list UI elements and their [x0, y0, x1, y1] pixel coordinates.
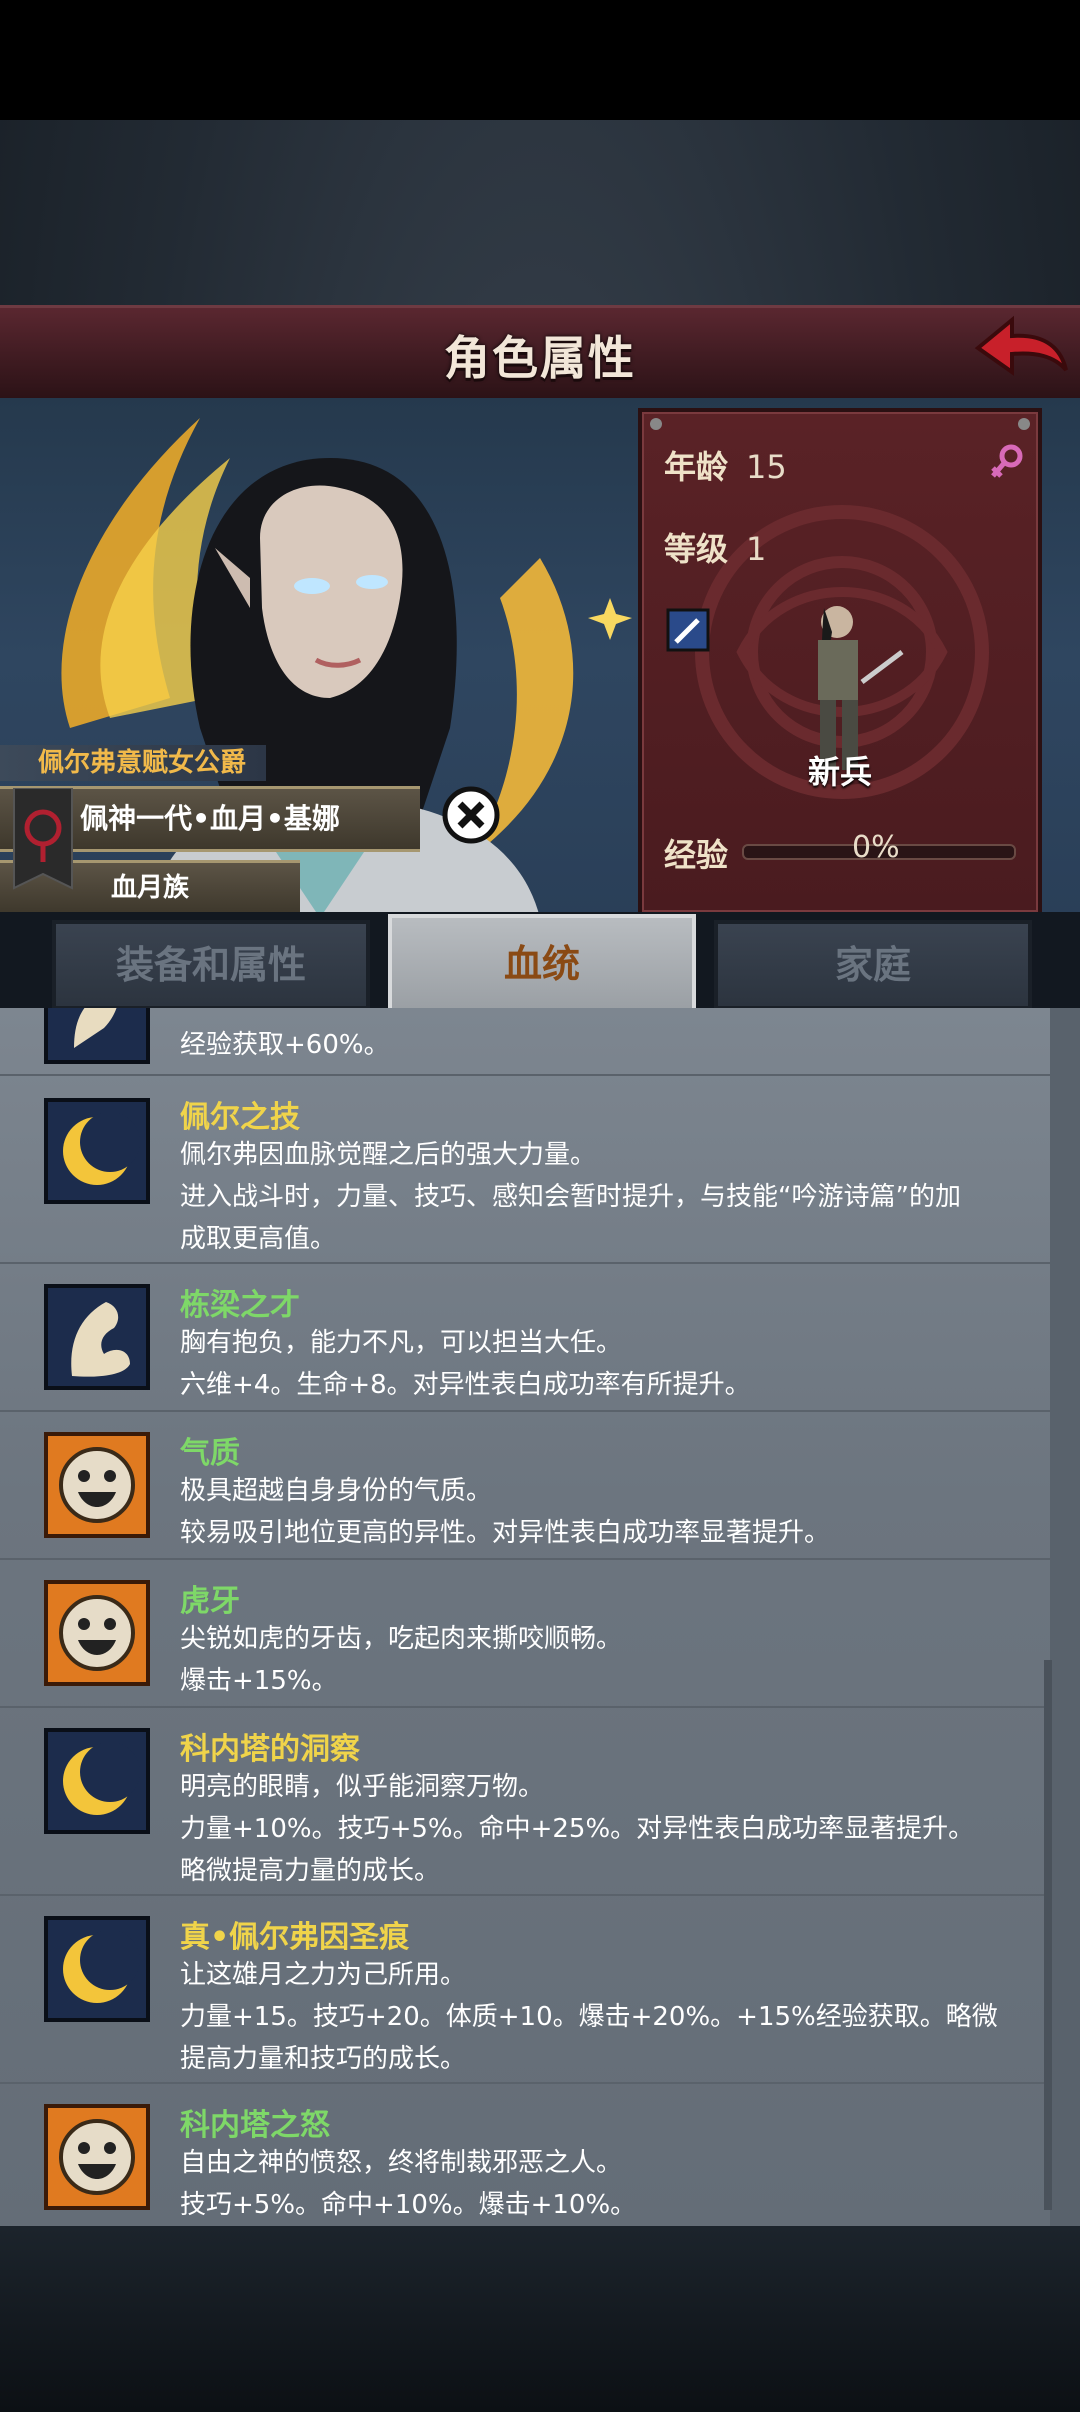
smiling-face-icon [44, 1432, 150, 1538]
level-value: 1 [746, 530, 767, 568]
trait-desc: 让这雄月之力为己所用。 [180, 1960, 467, 1990]
scrollbar-track [1050, 1008, 1080, 2226]
trait-icon [44, 1008, 150, 1064]
trait-desc: 力量+10%。技巧+5%。命中+25%。对异性表白成功率显著提升。 [180, 1814, 975, 1844]
tab-family[interactable]: 家庭 [714, 920, 1032, 1010]
crescent-moon-icon [44, 1728, 150, 1834]
trait-name: 科内塔的洞察 [180, 1732, 360, 1767]
list-item[interactable]: 虎牙 尖锐如虎的牙齿，吃起肉来撕咬顺畅。 爆击+15%。 [0, 1560, 1050, 1708]
trait-desc: 自由之神的愤怒，终将制裁邪恶之人。 [180, 2148, 623, 2178]
crescent-moon-icon [44, 1916, 150, 2022]
tab-equipment[interactable]: 装备和属性 [52, 920, 370, 1010]
tab-bar: 装备和属性 血统 家庭 [0, 912, 1080, 1014]
page-title: 角色属性 [444, 331, 636, 385]
smiling-face-icon [44, 2104, 150, 2210]
list-item[interactable]: 气质 极具超越自身身份的气质。 较易吸引地位更高的异性。对异性表白成功率显著提升… [0, 1412, 1050, 1560]
trait-desc: 较易吸引地位更高的异性。对异性表白成功率显著提升。 [180, 1518, 831, 1548]
trait-desc: 六维+4。生命+8。对异性表白成功率有所提升。 [180, 1370, 751, 1400]
trait-desc: 经验获取+60%。 [180, 1030, 390, 1060]
trait-desc: 成取更高值。 [180, 1224, 337, 1254]
trait-desc: 进入战斗时，力量、技巧、感知会暂时提升，与技能“吟游诗篇”的加 [180, 1182, 961, 1212]
level-row: 等级 1 [664, 524, 766, 570]
trait-name: 科内塔之怒 [180, 2108, 330, 2143]
trait-desc: 力量+15。技巧+20。体质+10。爆击+20%。+15%经验获取。略微 [180, 2002, 998, 2032]
rivet-decor [650, 418, 662, 430]
trait-desc: 技巧+5%。命中+10%。爆击+10%。 [180, 2190, 637, 2220]
flexed-arm-icon [44, 1008, 150, 1064]
bottom-area [0, 2226, 1080, 2412]
faction-banner-icon [13, 788, 73, 890]
class-name: 新兵 [807, 753, 872, 791]
crescent-moon-icon [44, 1098, 150, 1204]
status-bar-area [0, 0, 1080, 120]
exp-label: 经验 [664, 836, 729, 874]
scrollbar-thumb[interactable] [1044, 1660, 1052, 2210]
age-row: 年龄 15 [664, 442, 787, 488]
back-arrow-icon [974, 315, 1068, 376]
rivet-decor [1018, 418, 1030, 430]
close-icon [442, 786, 500, 844]
age-value: 15 [746, 448, 787, 486]
title-banner: 佩尔弗意赋女公爵 [0, 745, 267, 781]
smiling-face-icon [44, 1580, 150, 1686]
header-bar: 角色属性 [0, 305, 1080, 404]
trait-list[interactable]: 经验获取+60%。 佩尔之技 佩尔弗因血脉觉醒之后的强大力量。 进入战斗时，力量… [0, 1008, 1050, 2226]
trait-desc: 提高力量和技巧的成长。 [180, 2044, 467, 2074]
age-label: 年龄 [664, 448, 729, 486]
trait-name: 真•佩尔弗因圣痕 [180, 1920, 410, 1955]
list-item[interactable]: 佩尔之技 佩尔弗因血脉觉醒之后的强大力量。 进入战斗时，力量、技巧、感知会暂时提… [0, 1076, 1050, 1264]
trait-desc: 胸有抱负，能力不凡，可以担当大任。 [180, 1328, 623, 1358]
trait-desc: 佩尔弗因血脉觉醒之后的强大力量。 [180, 1140, 597, 1170]
trait-desc: 略微提高力量的成长。 [180, 1856, 441, 1886]
trait-name: 气质 [180, 1436, 240, 1471]
trait-name: 佩尔之技 [180, 1100, 300, 1135]
trait-desc: 尖锐如虎的牙齿，吃起肉来撕咬顺畅。 [180, 1624, 623, 1654]
close-button[interactable] [442, 786, 500, 844]
trait-name: 虎牙 [180, 1584, 240, 1619]
trait-desc: 明亮的眼睛，似乎能洞察万物。 [180, 1772, 545, 1802]
female-gender-icon [991, 444, 1023, 478]
list-item[interactable]: 科内塔之怒 自由之神的愤怒，终将制裁邪恶之人。 技巧+5%。命中+10%。爆击+… [0, 2084, 1050, 2226]
level-label: 等级 [664, 530, 729, 568]
list-item[interactable]: 科内塔的洞察 明亮的眼睛，似乎能洞察万物。 力量+10%。技巧+5%。命中+25… [0, 1708, 1050, 1896]
stat-panel: 年龄 15 等级 1 新兵 经验 0% [638, 408, 1042, 916]
trait-desc: 爆击+15%。 [180, 1666, 338, 1696]
flexed-arm-icon [44, 1284, 150, 1390]
sword-weapon-icon[interactable] [666, 608, 710, 652]
back-button[interactable] [970, 310, 1070, 390]
trait-name: 栋梁之才 [180, 1288, 300, 1323]
tab-bloodline[interactable]: 血统 [388, 914, 696, 1014]
exp-value: 0% [852, 830, 900, 865]
trait-desc: 极具超越自身身份的气质。 [180, 1476, 493, 1506]
list-item[interactable]: 真•佩尔弗因圣痕 让这雄月之力为己所用。 力量+15。技巧+20。体质+10。爆… [0, 1896, 1050, 2084]
list-item: 经验获取+60%。 [0, 1008, 1050, 1076]
list-item[interactable]: 栋梁之才 胸有抱负，能力不凡，可以担当大任。 六维+4。生命+8。对异性表白成功… [0, 1264, 1050, 1412]
